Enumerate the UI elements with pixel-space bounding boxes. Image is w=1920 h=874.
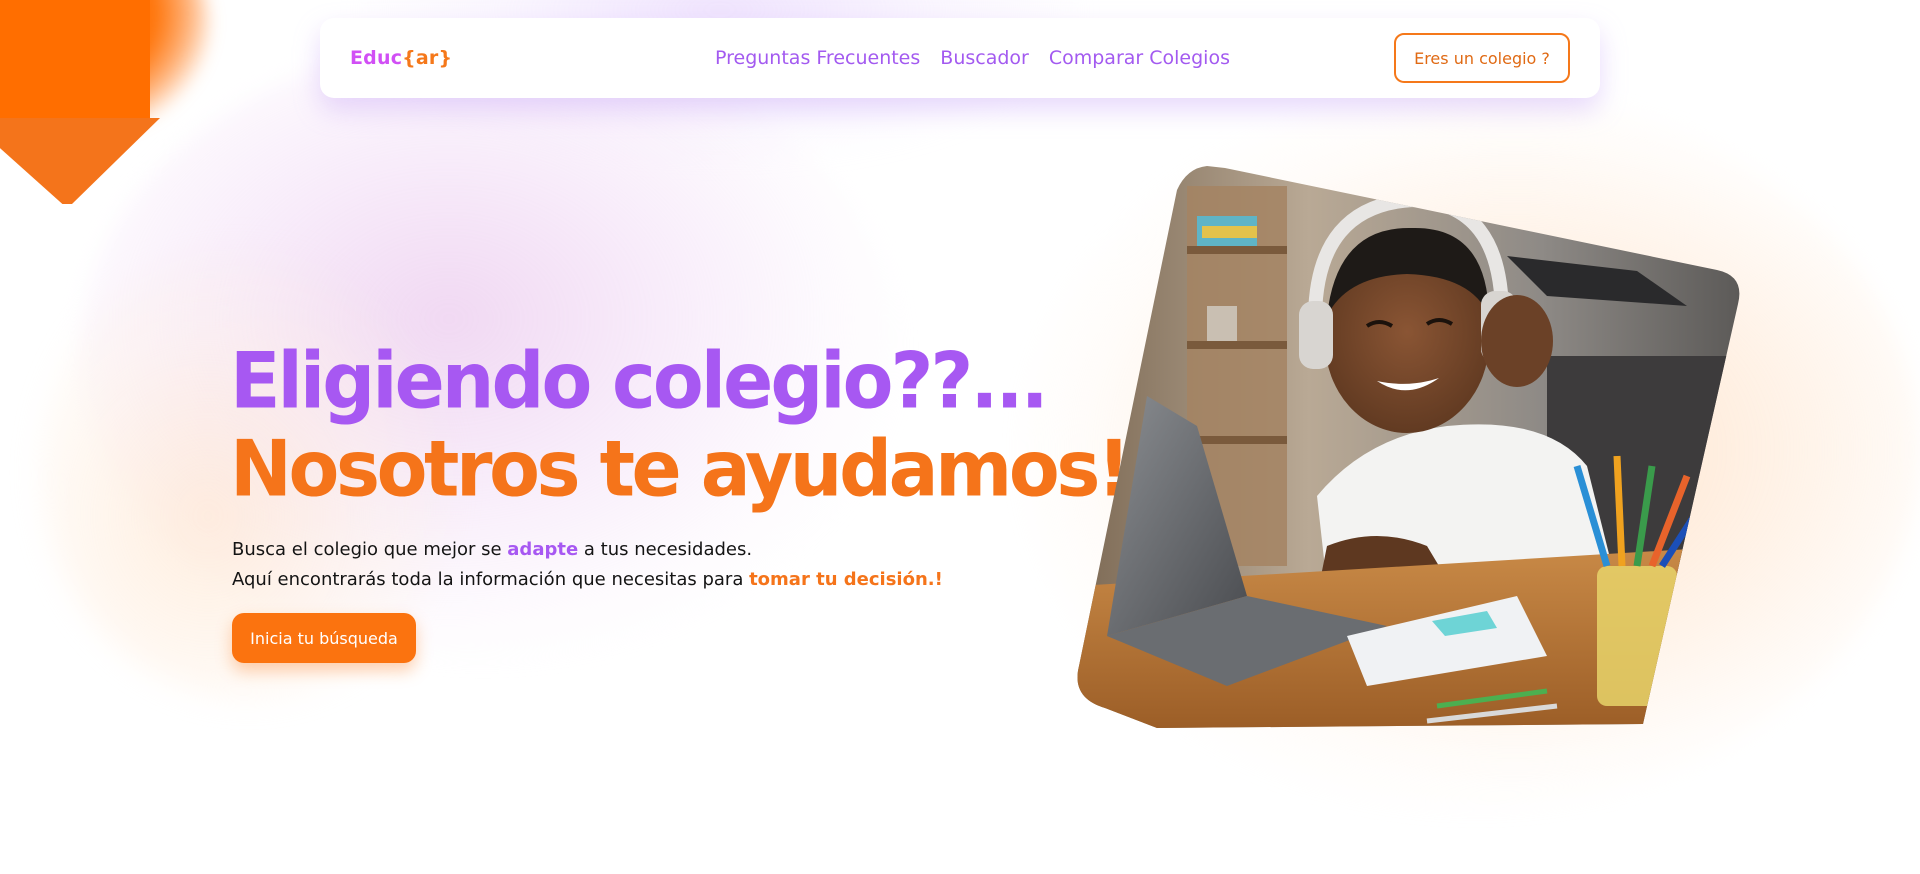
nav-link-comparar-colegios[interactable]: Comparar Colegios	[1049, 47, 1230, 69]
logo-text-ar: {ar}	[402, 47, 453, 69]
school-signup-button[interactable]: Eres un colegio ?	[1394, 33, 1570, 83]
nav-link-buscador[interactable]: Buscador	[940, 47, 1029, 69]
hero-text-part: Aquí encontrarás toda la información que…	[232, 569, 750, 590]
corner-orange-triangle	[0, 118, 160, 204]
hero-description-line1: Busca el colegio que mejor se adapte a t…	[232, 535, 943, 565]
hero-image	[1077, 166, 1740, 728]
corner-orange-shape	[0, 0, 150, 118]
hero-description: Busca el colegio que mejor se adapte a t…	[232, 535, 943, 595]
nav-link-preguntas-frecuentes[interactable]: Preguntas Frecuentes	[715, 47, 920, 69]
logo-text-educ: Educ	[350, 47, 403, 69]
hero-description-line2: Aquí encontrarás toda la información que…	[232, 565, 943, 595]
hero-highlight-decision: tomar tu decisión.!	[749, 569, 943, 590]
hero-title-line2: Nosotros te ayudamos!	[230, 424, 1131, 515]
hero-title-line1: Eligiendo colegio??...	[230, 336, 1049, 427]
hero-highlight-adapte: adapte	[507, 539, 579, 560]
hero-text-part: a tus necesidades.	[578, 539, 753, 560]
nav-links: Preguntas Frecuentes Buscador Comparar C…	[715, 18, 1230, 98]
hero-text-part: Busca el colegio que mejor se	[232, 539, 508, 560]
start-search-button[interactable]: Inicia tu búsqueda	[232, 613, 416, 663]
logo[interactable]: Educ{ar}	[350, 47, 452, 69]
navbar: Educ{ar} Preguntas Frecuentes Buscador C…	[320, 18, 1600, 98]
